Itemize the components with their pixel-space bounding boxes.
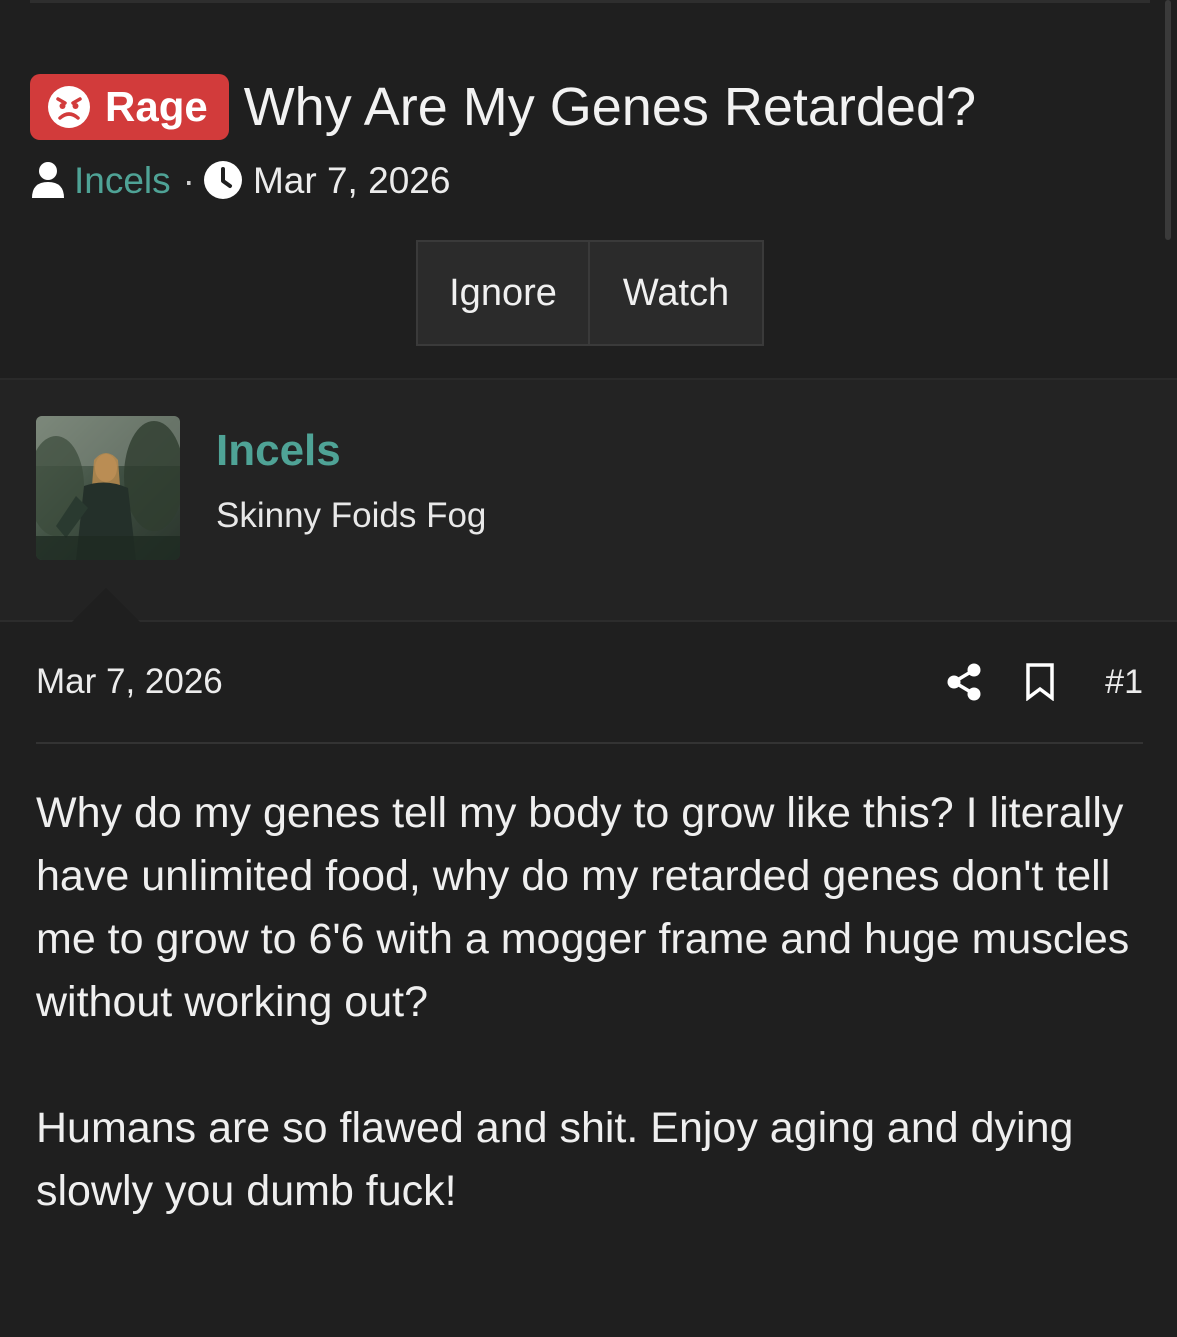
post-paragraph: Humans are so flawed and shit. Enjoy agi… — [36, 1104, 1074, 1215]
post-divider — [36, 742, 1143, 744]
post-meta: Mar 7, 2026 #1 — [36, 660, 1143, 704]
thread-actions: Ignore Watch — [416, 240, 764, 346]
thread-meta: Incels · Mar 7, 2026 — [30, 160, 450, 200]
clock-icon — [203, 161, 242, 199]
message-pointer — [72, 588, 140, 622]
avatar-image — [36, 416, 180, 560]
thread-author-link[interactable]: Incels — [74, 162, 171, 199]
user-icon — [32, 162, 64, 198]
thread-date: Mar 7, 2026 — [252, 159, 451, 201]
thread-header: Rage Why Are My Genes Retarded? Incels ·… — [0, 0, 1177, 380]
scrollbar-thumb[interactable] — [1165, 0, 1171, 240]
angry-face-icon — [48, 86, 90, 128]
post-number-link[interactable]: #1 — [1105, 663, 1143, 702]
thread-title: Why Are My Genes Retarded? — [243, 77, 977, 137]
post-paragraph: Why do my genes tell my body to grow lik… — [36, 789, 1130, 1026]
post-date[interactable]: Mar 7, 2026 — [36, 662, 223, 702]
post-body: Why do my genes tell my body to grow lik… — [36, 782, 1146, 1286]
meta-separator: · — [182, 159, 195, 201]
page: Rage Why Are My Genes Retarded? Incels ·… — [0, 0, 1177, 1337]
avatar[interactable] — [36, 416, 180, 560]
post-user-block: Incels Skinny Foids Fog — [0, 380, 1177, 622]
share-icon[interactable] — [947, 663, 981, 701]
rage-prefix-badge[interactable]: Rage — [30, 74, 229, 140]
prefix-label: Rage — [105, 83, 208, 130]
ignore-button[interactable]: Ignore — [418, 242, 590, 344]
top-divider — [30, 0, 1150, 3]
post-actions: #1 — [947, 660, 1143, 704]
bookmark-icon[interactable] — [1025, 663, 1055, 701]
user-title: Skinny Foids Fog — [216, 496, 487, 535]
title-row: Rage Why Are My Genes Retarded? — [30, 74, 976, 140]
post-username-link[interactable]: Incels — [216, 426, 341, 476]
watch-button[interactable]: Watch — [590, 242, 762, 344]
